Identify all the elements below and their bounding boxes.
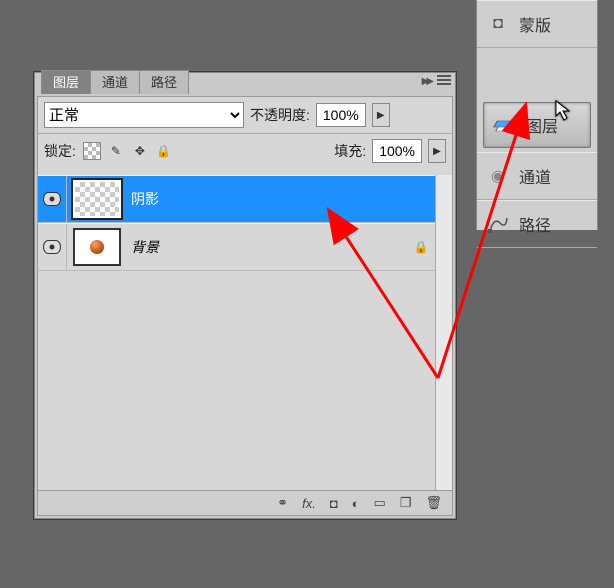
layer-thumbnail[interactable]	[67, 176, 127, 222]
eye-icon	[43, 192, 61, 206]
lock-image-icon[interactable]: ✎	[106, 141, 126, 161]
fx-icon[interactable]: fx.	[302, 496, 316, 511]
sidebar-item-paths[interactable]: 路径	[477, 200, 597, 248]
sidebar-item-label: 通道	[519, 164, 551, 188]
sidebar-item-layers[interactable]: 图层	[483, 102, 591, 148]
scrollbar[interactable]	[435, 175, 452, 490]
opacity-dropdown-icon[interactable]: ▶	[372, 103, 390, 127]
sidebar-item-label: 图层	[526, 113, 558, 137]
lock-fill-row: 锁定: ✎ ✥ 🔒 填充: 100% ▶	[38, 134, 452, 168]
panel-tab-controls: ▶▶	[422, 75, 451, 87]
layer-name[interactable]: 背景	[127, 237, 406, 257]
layer-thumbnail[interactable]	[67, 224, 127, 270]
opacity-field[interactable]: 100%	[316, 103, 366, 127]
tab-layers[interactable]: 图层	[41, 70, 91, 94]
blend-mode-select[interactable]: 正常	[44, 102, 244, 128]
opacity-label: 不透明度:	[250, 105, 310, 125]
adjustment-icon[interactable]: ◐	[352, 496, 360, 511]
visibility-toggle[interactable]	[38, 224, 67, 270]
opacity-value: 100%	[317, 107, 365, 123]
layer-name[interactable]: 阴影	[127, 189, 436, 209]
right-sidebar: ◘ 蒙版 图层 ◉ 通道 路径	[476, 0, 598, 230]
lock-label: 锁定:	[44, 141, 76, 161]
channels-icon: ◉	[487, 166, 509, 186]
lock-buttons: ✎ ✥ 🔒	[82, 141, 174, 161]
lock-position-icon[interactable]: ✥	[130, 141, 150, 161]
lock-transparent-icon[interactable]	[82, 141, 102, 161]
layer-row[interactable]: 背景 🔒	[38, 223, 436, 271]
layers-icon	[494, 115, 516, 135]
lock-indicator-icon: 🔒	[406, 240, 436, 254]
layers-panel: 图层 通道 路径 ▶▶ 正常 不透明度: 100% ▶ 锁定: ✎ ✥ 🔒 填充…	[33, 71, 457, 520]
tab-channels[interactable]: 通道	[90, 70, 140, 94]
sidebar-item-channels[interactable]: ◉ 通道	[477, 152, 597, 200]
sidebar-item-mask[interactable]: ◘ 蒙版	[477, 0, 597, 48]
panel-menu-icon[interactable]	[437, 75, 451, 87]
panel-footer: ⚭ fx. ◘ ◐ ▭ ❐ 🗑	[37, 490, 453, 516]
panel-tabs: 图层 通道 路径	[41, 70, 188, 94]
fill-field[interactable]: 100%	[372, 139, 422, 163]
eye-icon	[43, 240, 61, 254]
panel-body: 正常 不透明度: 100% ▶ 锁定: ✎ ✥ 🔒 填充: 100% ▶	[37, 96, 453, 491]
lock-all-icon[interactable]: 🔒	[154, 141, 174, 161]
tab-paths[interactable]: 路径	[139, 70, 189, 94]
sidebar-item-label: 蒙版	[519, 12, 551, 36]
sidebar-item-label: 路径	[519, 212, 551, 236]
trash-icon[interactable]: 🗑	[425, 495, 442, 511]
fill-label: 填充:	[334, 141, 366, 161]
blend-opacity-row: 正常 不透明度: 100% ▶	[38, 97, 452, 133]
link-icon[interactable]: ⚭	[277, 495, 288, 511]
layer-list: 阴影 背景 🔒	[38, 175, 436, 490]
fill-dropdown-icon[interactable]: ▶	[428, 139, 446, 163]
new-layer-icon[interactable]: ❐	[400, 495, 412, 511]
layer-row[interactable]: 阴影	[38, 175, 436, 223]
visibility-toggle[interactable]	[38, 176, 67, 222]
collapse-icon[interactable]: ▶▶	[422, 76, 431, 87]
fill-value: 100%	[373, 143, 421, 159]
mask-icon[interactable]: ◘	[330, 496, 338, 511]
group-icon[interactable]: ▭	[374, 495, 386, 511]
mask-icon: ◘	[487, 14, 509, 34]
paths-icon	[487, 214, 509, 234]
